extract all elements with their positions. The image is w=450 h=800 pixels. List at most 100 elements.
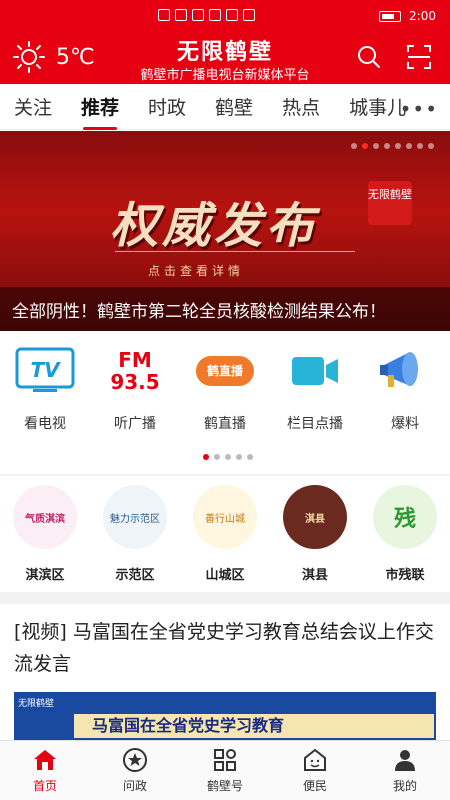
bottom-nav: 首页 问政 鹤壁号 便民 我的 [0, 740, 450, 800]
more-tabs-button[interactable]: ••• [400, 97, 438, 121]
district-logo: 淇县 [283, 485, 347, 549]
nav-home[interactable]: 首页 [0, 741, 90, 800]
district-channels: 气质淇滨 淇滨区 魅力示范区 示范区 善行山城 山城区 淇县 淇县 残 市残联 [0, 485, 450, 590]
quick-label: 听广播 [114, 416, 156, 432]
nav-services[interactable]: 便民 [270, 741, 360, 800]
nav-label: 鹤壁号 [206, 779, 243, 793]
battery-icon [379, 10, 402, 22]
grid-icon [180, 747, 270, 773]
banner-carousel[interactable]: 权威发布 无限鹤壁 点击查看详情 全部阴性！鹤壁市第二轮全员核酸检测结果公布！ [0, 131, 450, 331]
tv-icon-text: TV [30, 358, 61, 382]
smile-house-icon [270, 747, 360, 773]
nav-label: 便民 [302, 779, 327, 793]
quick-label: 鹤直播 [204, 416, 246, 432]
notification-icon [226, 9, 238, 21]
district-label: 示范区 [115, 568, 155, 583]
tab-recommend[interactable]: 推荐 [81, 93, 119, 130]
nav-inquiry[interactable]: 问政 [90, 741, 180, 800]
pager-dot [395, 143, 401, 149]
banner-divider [115, 251, 355, 252]
quick-label: 看电视 [24, 416, 66, 432]
user-icon [360, 747, 450, 773]
pager-dot [417, 143, 423, 149]
video-icon [285, 345, 345, 397]
pager-dot-active [203, 454, 209, 460]
app-subtitle: 鹤壁市广播电视台新媒体平台 [140, 68, 310, 83]
nav-mine[interactable]: 我的 [360, 741, 450, 800]
district-logo: 魅力示范区 [103, 485, 167, 549]
pager-dot [236, 454, 242, 460]
notification-icon [243, 9, 255, 21]
app-header: 5℃ 无限鹤壁 鹤壁市广播电视台新媒体平台 [0, 32, 450, 84]
notification-icon [192, 9, 204, 21]
pager-dot [406, 143, 412, 149]
notification-icon [175, 9, 187, 21]
app-title: 无限鹤壁 [176, 40, 273, 65]
divider [0, 474, 450, 476]
nav-label: 问政 [122, 779, 147, 793]
district-qixian[interactable]: 淇县 淇县 [270, 485, 360, 590]
banner-headline-art: 权威发布 [110, 198, 319, 254]
notification-icon [209, 9, 221, 21]
district-label: 市残联 [385, 568, 425, 583]
divider [0, 592, 450, 604]
radio-icon-text: FM 93.5 [110, 348, 160, 394]
notification-icon [158, 9, 170, 21]
pager-dot-active [362, 143, 368, 149]
pager-dot [225, 454, 231, 460]
quick-listen-radio[interactable]: FM 93.5 听广播 [90, 345, 180, 455]
quick-vod[interactable]: 栏目点播 [270, 345, 360, 455]
nav-label: 我的 [392, 779, 417, 793]
scan-icon[interactable] [406, 44, 432, 70]
question-star-icon [90, 747, 180, 773]
pager-dot [384, 143, 390, 149]
tab-hot[interactable]: 热点 [282, 93, 320, 120]
nav-label: 首页 [32, 779, 57, 793]
district-label: 淇滨区 [25, 568, 65, 583]
nav-hebi-accounts[interactable]: 鹤壁号 [180, 741, 270, 800]
quick-label: 爆料 [391, 416, 419, 432]
quick-tipoff[interactable]: 爆料 [360, 345, 450, 455]
megaphone-icon [375, 345, 435, 397]
thumb-title: 马富国在全省党史学习教育 [92, 716, 285, 735]
quick-actions: TV 看电视 FM 93.5 听广播 鹤直播 鹤直播 栏目点播 爆料 [0, 345, 450, 455]
pager-dot [428, 143, 434, 149]
quick-watch-tv[interactable]: TV 看电视 [0, 345, 90, 455]
tab-politics[interactable]: 时政 [148, 93, 186, 120]
news-headline[interactable]: [视频] 马富国在全省党史学习教育总结会议上作交流发言 [14, 616, 434, 680]
app-brand: 无限鹤壁 鹤壁市广播电视台新媒体平台 [0, 34, 450, 83]
banner-caption[interactable]: 全部阴性！鹤壁市第二轮全员核酸检测结果公布！ [0, 287, 450, 331]
pager-dot [373, 143, 379, 149]
news-item[interactable]: [视频] 马富国在全省党史学习教育总结会议上作交流发言 无限鹤壁 马富国在全省党… [14, 616, 436, 752]
tv-icon: TV [15, 345, 75, 397]
district-demo-zone[interactable]: 魅力示范区 示范区 [90, 485, 180, 590]
district-disabled-federation[interactable]: 残 市残联 [360, 485, 450, 590]
notification-icons [158, 9, 255, 21]
home-icon [0, 747, 90, 773]
thumb-logo: 无限鹤壁 [18, 699, 55, 709]
district-label: 山城区 [205, 568, 245, 583]
tab-city-stories[interactable]: 城事儿 [349, 93, 406, 120]
banner-stamp: 无限鹤壁 [368, 181, 412, 225]
tab-hebi[interactable]: 鹤壁 [215, 93, 253, 120]
district-shancheng[interactable]: 善行山城 山城区 [180, 485, 270, 590]
category-tabs: 关注 推荐 时政 鹤壁 热点 城事儿 ••• [0, 84, 450, 130]
tab-follow[interactable]: 关注 [14, 93, 52, 120]
search-icon[interactable] [356, 44, 382, 70]
district-logo: 气质淇滨 [13, 485, 77, 549]
district-qibin[interactable]: 气质淇滨 淇滨区 [0, 485, 90, 590]
district-logo: 残 [373, 485, 437, 549]
banner-hint: 点击查看详情 [148, 264, 245, 278]
radio-icon: FM 93.5 [105, 345, 165, 397]
pager-dot [214, 454, 220, 460]
district-logo: 善行山城 [193, 485, 257, 549]
quick-pager [203, 454, 253, 460]
quick-live[interactable]: 鹤直播 鹤直播 [180, 345, 270, 455]
status-bar: 2:00 [0, 0, 450, 32]
pager-dot [351, 143, 357, 149]
clock: 2:00 [409, 9, 436, 23]
banner-pager [351, 143, 434, 149]
live-icon: 鹤直播 [195, 345, 255, 397]
quick-label: 栏目点播 [287, 416, 343, 432]
pager-dot [247, 454, 253, 460]
